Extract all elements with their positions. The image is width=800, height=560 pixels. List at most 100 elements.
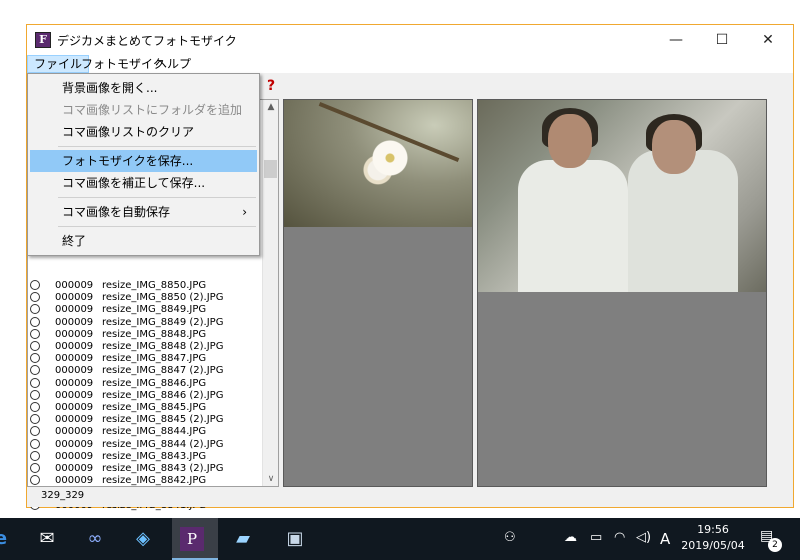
battery-icon[interactable]: ▭ xyxy=(590,530,602,545)
item-number: 000009 xyxy=(55,438,94,450)
item-filename: resize_IMG_8846.JPG xyxy=(102,377,207,389)
mail-icon[interactable]: ✉ xyxy=(32,524,62,554)
background-image-pane[interactable] xyxy=(283,99,473,487)
scroll-up-button[interactable]: ▲ xyxy=(263,100,279,114)
radio-button[interactable] xyxy=(30,365,40,376)
clock-date: 2019/05/04 xyxy=(681,539,745,552)
people-icon[interactable]: ⚇ xyxy=(504,530,516,545)
app-icon[interactable]: F xyxy=(35,32,51,48)
status-bar: 329_329 xyxy=(27,487,793,507)
radio-button[interactable] xyxy=(30,402,40,412)
volume-icon[interactable]: ◁) xyxy=(636,530,651,545)
radio-button[interactable] xyxy=(30,341,40,351)
scroll-thumb[interactable] xyxy=(264,160,277,178)
item-filename: resize_IMG_8849 (2).JPG xyxy=(102,316,224,328)
list-scrollbar[interactable]: ▲ ∨ xyxy=(262,100,278,486)
radio-button[interactable] xyxy=(30,280,40,290)
menu-separator xyxy=(58,146,256,147)
item-filename: resize_IMG_8843.JPG xyxy=(102,450,207,462)
item-filename: resize_IMG_8847.JPG xyxy=(102,353,207,365)
wifi-icon[interactable]: ◠ xyxy=(614,530,625,545)
menu-autosave-label: コマ画像を自動保存 xyxy=(62,205,171,219)
item-number: 000009 xyxy=(55,389,94,401)
radio-button[interactable] xyxy=(30,377,40,388)
minimize-button[interactable]: — xyxy=(653,25,699,55)
item-number: 000009 xyxy=(55,463,94,474)
item-filename: resize_IMG_8848 (2).JPG xyxy=(102,341,224,352)
item-filename: resize_IMG_8848.JPG xyxy=(102,328,207,340)
list-item[interactable]: 000009 resize_IMG_8847.JPG xyxy=(30,353,206,365)
item-number: 000009 xyxy=(55,304,94,316)
clock[interactable]: 19:56 2019/05/04 xyxy=(680,522,746,554)
item-filename: resize_IMG_8842.JPG xyxy=(102,475,207,487)
menu-autosave[interactable]: コマ画像を自動保存 › xyxy=(30,201,257,223)
radio-button[interactable] xyxy=(30,292,40,303)
item-number: 000009 xyxy=(55,402,94,413)
radio-button[interactable] xyxy=(30,475,40,486)
item-number: 000009 xyxy=(55,377,94,389)
menu-save-mosaic[interactable]: フォトモザイクを保存... xyxy=(30,150,257,172)
title-bar[interactable]: F デジカメまとめてフォトモザイク — ☐ ✕ xyxy=(27,25,793,55)
menu-exit[interactable]: 終了 xyxy=(30,230,257,252)
list-item[interactable]: 000009 resize_IMG_8842.JPG xyxy=(30,475,206,487)
photomosaic-app-icon[interactable]: P xyxy=(180,527,204,551)
mosaic-photo xyxy=(478,100,766,292)
list-item[interactable]: 000009 resize_IMG_8847 (2).JPG xyxy=(30,365,223,377)
list-item[interactable]: 000009 resize_IMG_8846.JPG xyxy=(30,377,206,390)
notebook-icon[interactable]: ▰ xyxy=(228,524,258,554)
list-item[interactable]: 000009 resize_IMG_8845.JPG xyxy=(30,402,206,414)
radio-button[interactable] xyxy=(30,414,40,425)
infinity-icon[interactable]: ∞ xyxy=(80,524,110,554)
menu-save-corrected[interactable]: コマ画像を補正して保存... xyxy=(30,172,257,194)
list-item[interactable]: 000009 resize_IMG_8848 (2).JPG xyxy=(30,341,223,353)
radio-button[interactable] xyxy=(30,463,40,473)
status-text: 329_329 xyxy=(41,490,85,501)
list-item[interactable]: 000009 resize_IMG_8848.JPG xyxy=(30,328,206,341)
menu-open-background[interactable]: 背景画像を開く... xyxy=(30,77,257,99)
list-item[interactable]: 000009 resize_IMG_8844.JPG xyxy=(30,426,206,438)
item-number: 000009 xyxy=(55,316,94,328)
edge-icon[interactable]: e xyxy=(0,524,16,554)
radio-button[interactable] xyxy=(30,450,40,461)
clock-time: 19:56 xyxy=(697,523,729,536)
onedrive-icon[interactable]: ☁ xyxy=(564,530,577,545)
menu-add-folder: コマ画像リストにフォルダを追加 xyxy=(62,103,243,117)
item-number: 000009 xyxy=(55,426,94,438)
list-item[interactable]: 000009 resize_IMG_8844 (2).JPG xyxy=(30,438,223,451)
list-item[interactable]: 000009 resize_IMG_8850 (2).JPG xyxy=(30,292,223,304)
radio-button[interactable] xyxy=(30,316,40,327)
close-button[interactable]: ✕ xyxy=(745,25,791,55)
radio-button[interactable] xyxy=(30,353,40,364)
radio-button[interactable] xyxy=(30,438,40,449)
list-item[interactable]: 000009 resize_IMG_8849 (2).JPG xyxy=(30,316,223,329)
list-item[interactable]: 000009 resize_IMG_8849.JPG xyxy=(30,304,206,316)
item-number: 000009 xyxy=(55,328,94,340)
mosaic-preview-pane[interactable] xyxy=(477,99,767,487)
list-item[interactable]: 000009 resize_IMG_8845 (2).JPG xyxy=(30,414,223,426)
remote-icon[interactable]: ▣ xyxy=(280,524,310,554)
scroll-down-button[interactable]: ∨ xyxy=(263,472,279,486)
background-photo xyxy=(284,100,472,227)
item-number: 000009 xyxy=(55,475,94,487)
item-number: 000009 xyxy=(55,341,94,352)
ime-indicator[interactable]: A xyxy=(660,530,670,548)
list-item[interactable]: 000009 resize_IMG_8843 (2).JPG xyxy=(30,463,223,475)
radio-button[interactable] xyxy=(30,328,40,339)
maximize-button[interactable]: ☐ xyxy=(699,25,745,55)
menu-separator xyxy=(58,226,256,227)
help-icon[interactable]: ? xyxy=(267,78,275,94)
settings-app-icon[interactable]: ◈ xyxy=(128,524,158,554)
menu-clear-list[interactable]: コマ画像リストのクリア xyxy=(30,121,257,143)
list-item[interactable]: 000009 resize_IMG_8850.JPG xyxy=(30,280,206,292)
item-filename: resize_IMG_8850 (2).JPG xyxy=(102,292,224,304)
menu-help[interactable]: ヘルプ xyxy=(149,55,197,73)
radio-button[interactable] xyxy=(30,304,40,315)
item-number: 000009 xyxy=(55,353,94,365)
radio-button[interactable] xyxy=(30,426,40,437)
plum-blossom-shape xyxy=(372,140,408,176)
item-number: 000009 xyxy=(55,365,94,377)
item-filename: resize_IMG_8849.JPG xyxy=(102,304,207,316)
list-item[interactable]: 000009 resize_IMG_8846 (2).JPG xyxy=(30,389,223,402)
radio-button[interactable] xyxy=(30,389,40,400)
list-item[interactable]: 000009 resize_IMG_8843.JPG xyxy=(30,450,206,463)
